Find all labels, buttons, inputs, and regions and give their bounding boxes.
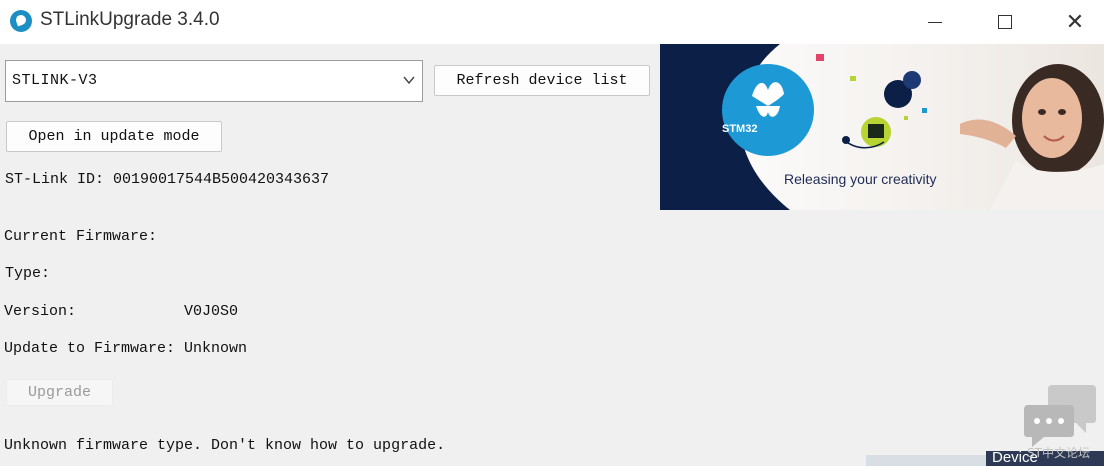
current-firmware-label: Current Firmware: <box>4 228 158 245</box>
version-label: Version: <box>4 303 77 320</box>
upgrade-button[interactable]: Upgrade <box>6 379 113 406</box>
stlink-id-value: 00190017544B500420343637 <box>113 171 330 188</box>
minimize-button[interactable] <box>900 0 970 44</box>
watermark-text: ST中文论坛 <box>1027 446 1090 460</box>
background-window-strip <box>866 455 986 466</box>
device-select[interactable]: STLINK-V3 <box>5 60 423 102</box>
update-to-firmware-label: Update to Firmware: <box>4 340 176 357</box>
stm32-banner-image: STM32 Releasing your creativity <box>660 44 1104 210</box>
version-value: V0J0S0 <box>184 303 239 320</box>
status-message: Unknown firmware type. Don't know how to… <box>4 437 446 454</box>
maximize-button[interactable] <box>970 0 1040 44</box>
window-title: STLinkUpgrade 3.4.0 <box>40 9 220 30</box>
chevron-down-icon <box>403 76 415 85</box>
device-select-value: STLINK-V3 <box>12 72 98 89</box>
type-label: Type: <box>5 265 51 282</box>
banner-tagline: Releasing your creativity <box>784 171 937 187</box>
update-to-firmware-value: Unknown <box>184 340 248 357</box>
app-logo-icon <box>10 10 32 32</box>
stm32-logo-text: STM32 <box>722 123 758 135</box>
open-update-mode-button[interactable]: Open in update mode <box>6 121 222 152</box>
maximize-icon <box>998 15 1012 29</box>
close-icon: ✕ <box>1065 9 1085 35</box>
stlink-id-label: ST-Link ID: <box>5 171 105 188</box>
close-button[interactable]: ✕ <box>1040 0 1104 44</box>
main-panel: STLINK-V3 Refresh device list Open in up… <box>0 44 1104 466</box>
minimize-icon <box>928 21 942 23</box>
title-bar: STLinkUpgrade 3.4.0 ✕ <box>0 0 1104 44</box>
refresh-device-list-button[interactable]: Refresh device list <box>434 65 650 96</box>
